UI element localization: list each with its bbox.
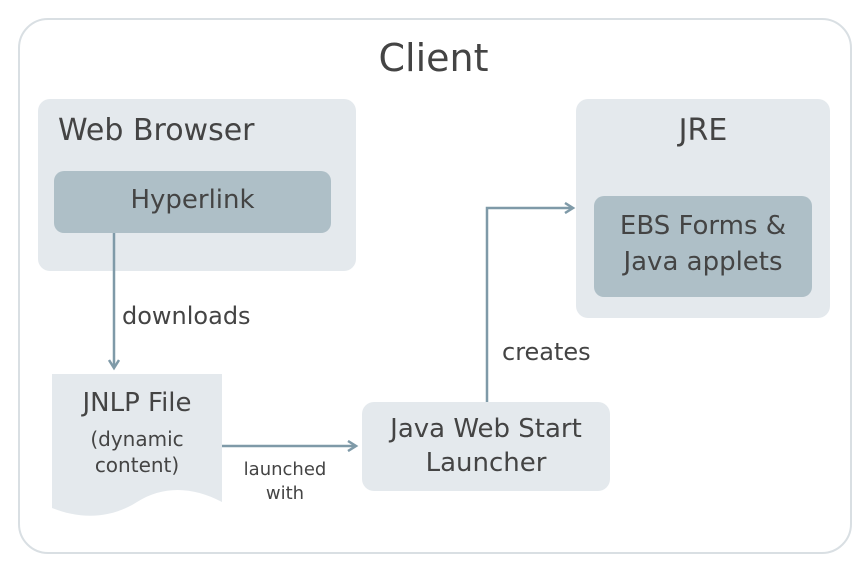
web-browser-label: Web Browser	[58, 113, 255, 148]
client-title: Client	[378, 36, 489, 80]
ebs-forms-line1: EBS Forms &	[619, 211, 787, 241]
launcher-label: Java Web Start Launcher	[362, 412, 610, 480]
launcher-line2: Launcher	[425, 448, 547, 478]
ebs-forms-label: EBS Forms & Java applets	[594, 208, 812, 280]
jnlp-file-subtitle-line1: (dynamic	[90, 427, 184, 451]
jnlp-file-subtitle: (dynamic content)	[52, 426, 222, 478]
jnlp-file-subtitle-line2: content)	[94, 453, 180, 477]
launcher-line1: Java Web Start	[390, 414, 582, 444]
hyperlink-box: Hyperlink	[54, 171, 331, 233]
jnlp-file-title: JNLP File	[82, 388, 192, 418]
jre-label: JRE	[678, 113, 728, 148]
java-web-start-launcher-box: Java Web Start Launcher	[362, 402, 610, 491]
launched-with-line1: launched	[243, 459, 327, 480]
ebs-forms-line2: Java applets	[623, 247, 783, 277]
launched-with-label: launched with	[230, 458, 340, 506]
hyperlink-label: Hyperlink	[130, 185, 255, 215]
creates-label: creates	[502, 338, 591, 366]
downloads-label: downloads	[122, 302, 251, 330]
ebs-forms-box: EBS Forms & Java applets	[594, 196, 812, 297]
launched-with-line2: with	[265, 483, 305, 504]
